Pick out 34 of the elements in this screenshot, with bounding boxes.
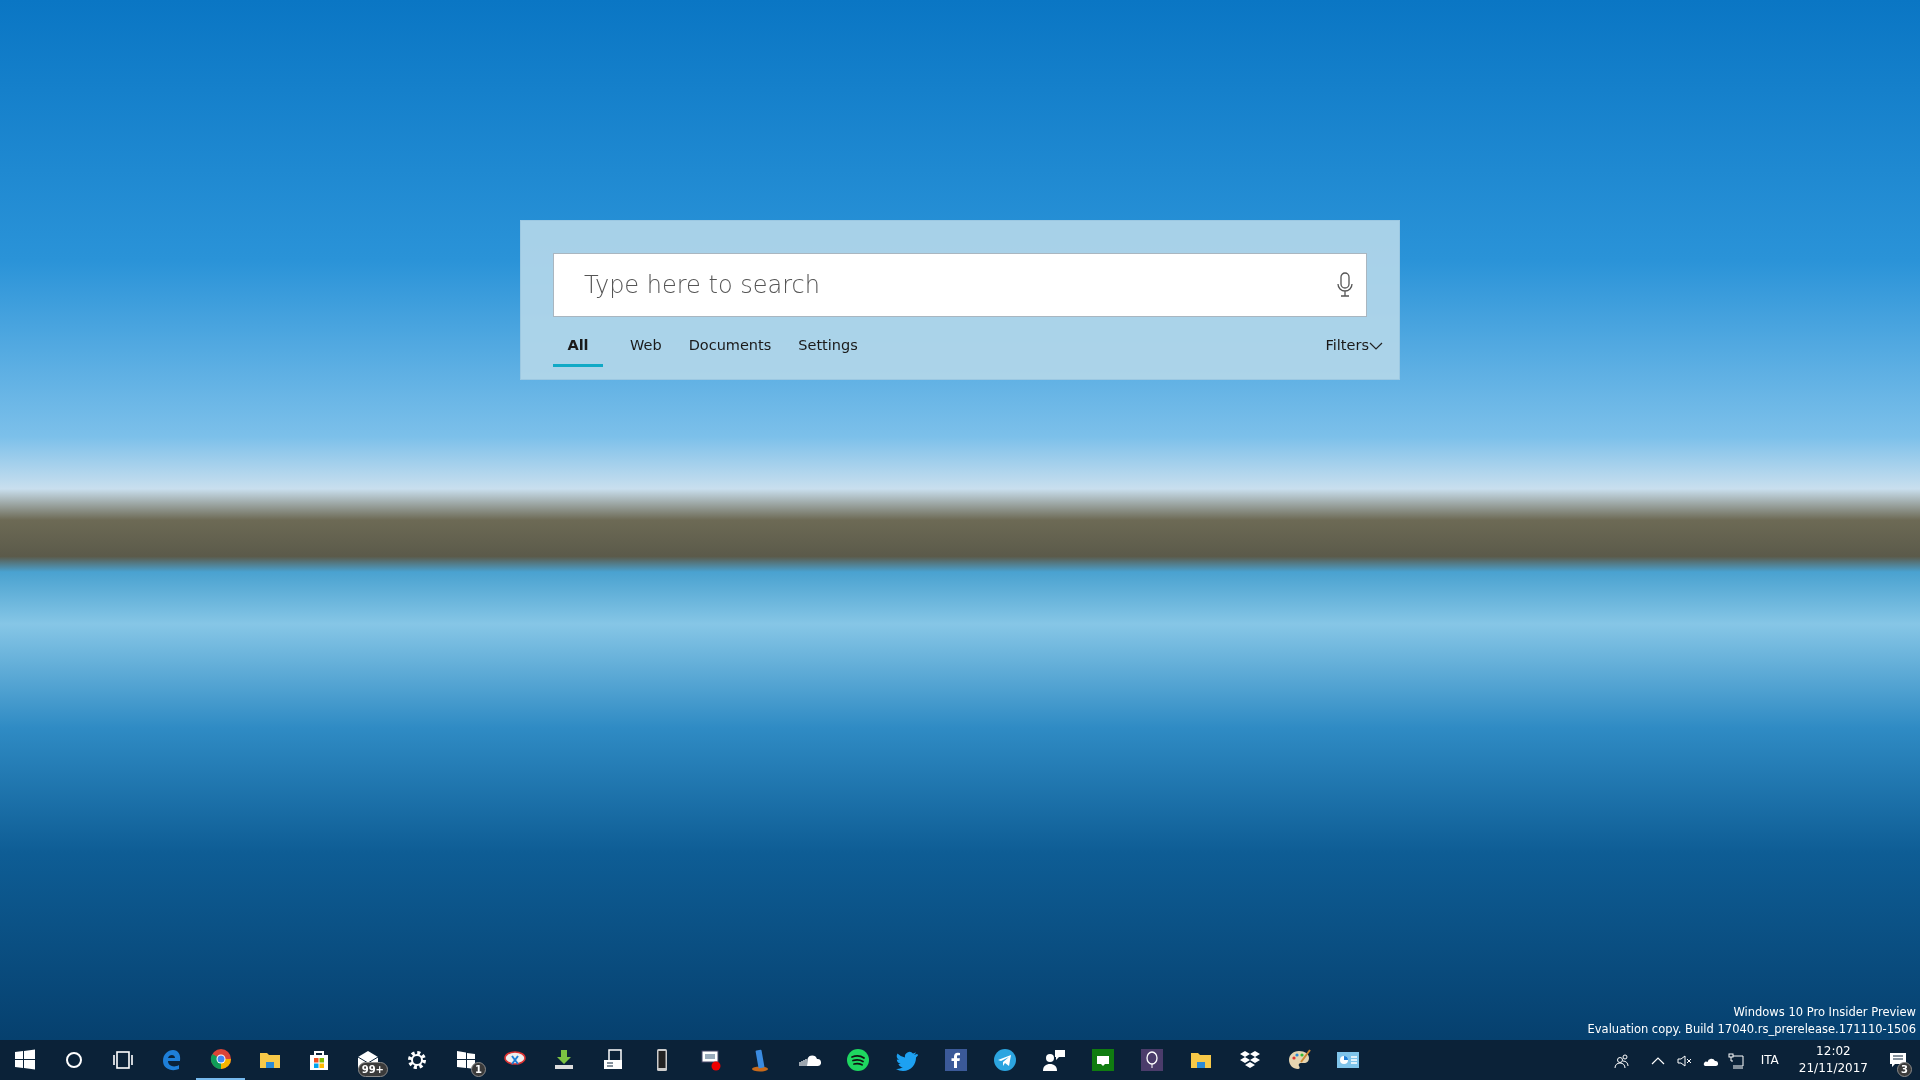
count-badge: 1 bbox=[471, 1062, 486, 1077]
search-tab[interactable]: Documents bbox=[688, 335, 772, 367]
count-badge: 99+ bbox=[357, 1062, 388, 1077]
search-field[interactable]: Type here to search bbox=[553, 253, 1367, 317]
chevron-down-icon bbox=[1369, 341, 1383, 350]
sound-waves-icon bbox=[845, 1048, 870, 1072]
taskbar-button[interactable]: 1 bbox=[441, 1040, 490, 1080]
person-chat-icon bbox=[1041, 1048, 1066, 1072]
taskbar-button[interactable]: 99+ bbox=[343, 1040, 392, 1080]
search-tab[interactable]: All bbox=[553, 335, 603, 367]
balloon-icon bbox=[1139, 1048, 1164, 1072]
monitor-icon bbox=[698, 1048, 723, 1072]
search-tab[interactable]: Web bbox=[630, 335, 662, 367]
watermark-text: Evaluation copy. Build 17040.rs_prerelease.171110-1506 bbox=[1587, 1021, 1916, 1038]
clock[interactable]: 12:02 21/11/2017 bbox=[1790, 1043, 1876, 1077]
network-icon bbox=[1727, 1052, 1744, 1069]
watermark-text: Windows 10 Pro Insider Preview bbox=[1732, 1004, 1916, 1021]
game-tile-icon bbox=[1090, 1048, 1115, 1072]
filters-dropdown[interactable]: Filters bbox=[1325, 335, 1383, 367]
people-icon bbox=[1613, 1052, 1630, 1069]
count-badge: 3 bbox=[1897, 1062, 1912, 1077]
browser-icon bbox=[208, 1047, 233, 1071]
date-text: 21/11/2017 bbox=[1798, 1060, 1868, 1077]
app-tile-icon bbox=[943, 1048, 968, 1072]
microphone-icon[interactable] bbox=[1337, 272, 1353, 298]
language-indicator[interactable]: ITA bbox=[1748, 1051, 1791, 1069]
paper-plane-icon bbox=[992, 1048, 1017, 1072]
palette-icon bbox=[1286, 1048, 1311, 1072]
muted-speaker-icon bbox=[1675, 1052, 1692, 1069]
time-text: 12:02 bbox=[1816, 1043, 1851, 1060]
action-center-button[interactable]: 3 bbox=[1876, 1040, 1920, 1080]
task-view-icon bbox=[110, 1048, 135, 1072]
windows-logo-icon bbox=[12, 1048, 37, 1072]
search-tab[interactable]: Settings bbox=[798, 335, 858, 367]
